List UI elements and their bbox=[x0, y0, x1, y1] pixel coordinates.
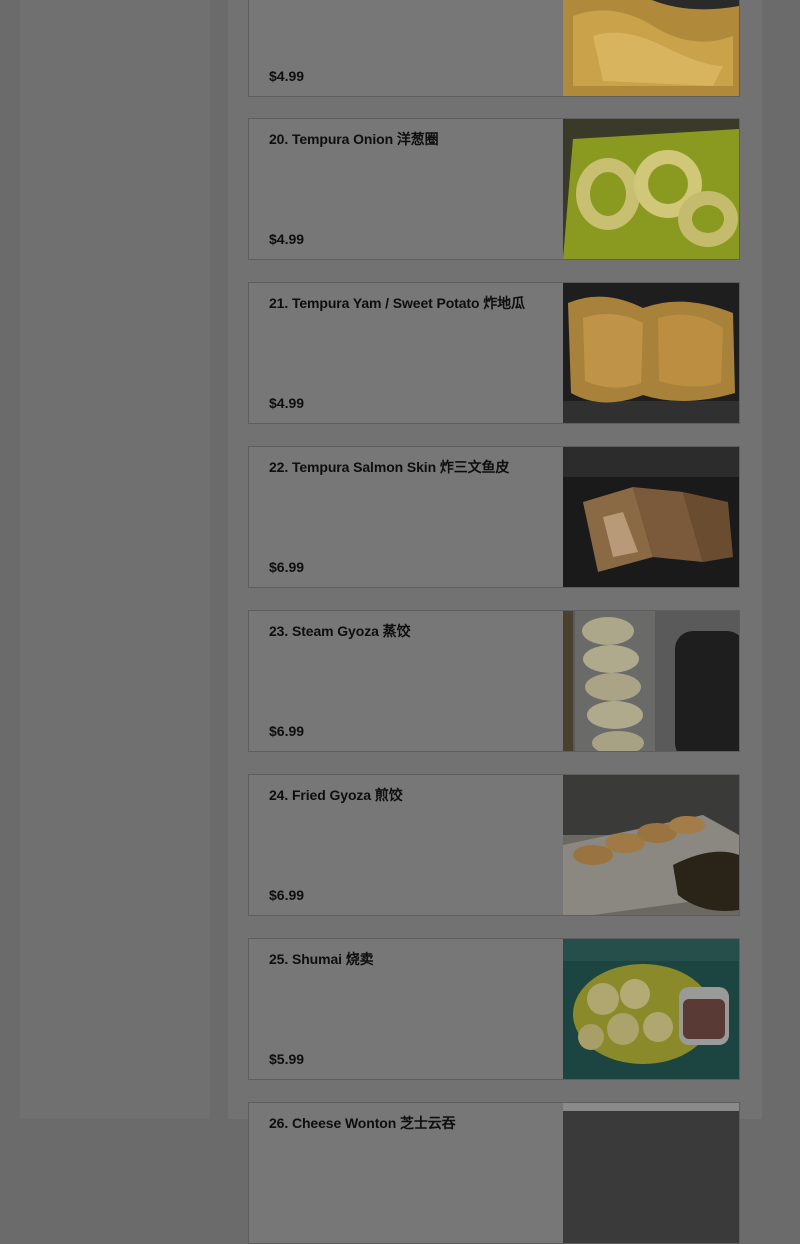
menu-item-photo[interactable] bbox=[563, 283, 739, 423]
menu-item-card[interactable]: 22. Tempura Salmon Skin 炸三文鱼皮 $6.99 bbox=[248, 446, 740, 588]
menu-item-photo[interactable] bbox=[563, 1103, 739, 1243]
menu-item-photo[interactable] bbox=[563, 0, 739, 96]
menu-item-photo[interactable] bbox=[563, 447, 739, 587]
menu-item-name: 26. Cheese Wonton 芝士云吞 bbox=[269, 1115, 456, 1131]
menu-item-price: $4.99 bbox=[269, 231, 305, 247]
menu-item-name: 21. Tempura Yam / Sweet Potato 炸地瓜 bbox=[269, 295, 525, 311]
category-sidebar bbox=[20, 0, 210, 1119]
menu-item-price: $6.99 bbox=[269, 723, 305, 739]
menu-item-card[interactable]: 25. Shumai 烧卖 $5.99 bbox=[248, 938, 740, 1080]
menu-item-price: $6.99 bbox=[269, 887, 305, 903]
menu-item-price: $5.99 bbox=[269, 1051, 305, 1067]
menu-item-card[interactable]: 20. Tempura Onion 洋葱圈 $4.99 bbox=[248, 118, 740, 260]
menu-item-card[interactable]: 26. Cheese Wonton 芝士云吞 bbox=[248, 1102, 740, 1244]
menu-item-card[interactable]: 24. Fried Gyoza 煎饺 $6.99 bbox=[248, 774, 740, 916]
menu-item-price: $4.99 bbox=[269, 68, 305, 84]
menu-item-name: 22. Tempura Salmon Skin 炸三文鱼皮 bbox=[269, 459, 510, 475]
menu-item-name: 24. Fried Gyoza 煎饺 bbox=[269, 787, 403, 803]
menu-item-name: 20. Tempura Onion 洋葱圈 bbox=[269, 131, 439, 147]
menu-item-price: $4.99 bbox=[269, 395, 305, 411]
menu-item-card[interactable]: $4.99 bbox=[248, 0, 740, 97]
menu-item-card[interactable]: 23. Steam Gyoza 蒸饺 $6.99 bbox=[248, 610, 740, 752]
menu-item-photo[interactable] bbox=[563, 611, 739, 751]
menu-item-name: 23. Steam Gyoza 蒸饺 bbox=[269, 623, 411, 639]
menu-item-photo[interactable] bbox=[563, 939, 739, 1079]
menu-item-photo[interactable] bbox=[563, 119, 739, 259]
menu-item-name: 25. Shumai 烧卖 bbox=[269, 951, 374, 967]
menu-item-price: $6.99 bbox=[269, 559, 305, 575]
menu-item-photo[interactable] bbox=[563, 775, 739, 915]
menu-item-card[interactable]: 21. Tempura Yam / Sweet Potato 炸地瓜 $4.99 bbox=[248, 282, 740, 424]
